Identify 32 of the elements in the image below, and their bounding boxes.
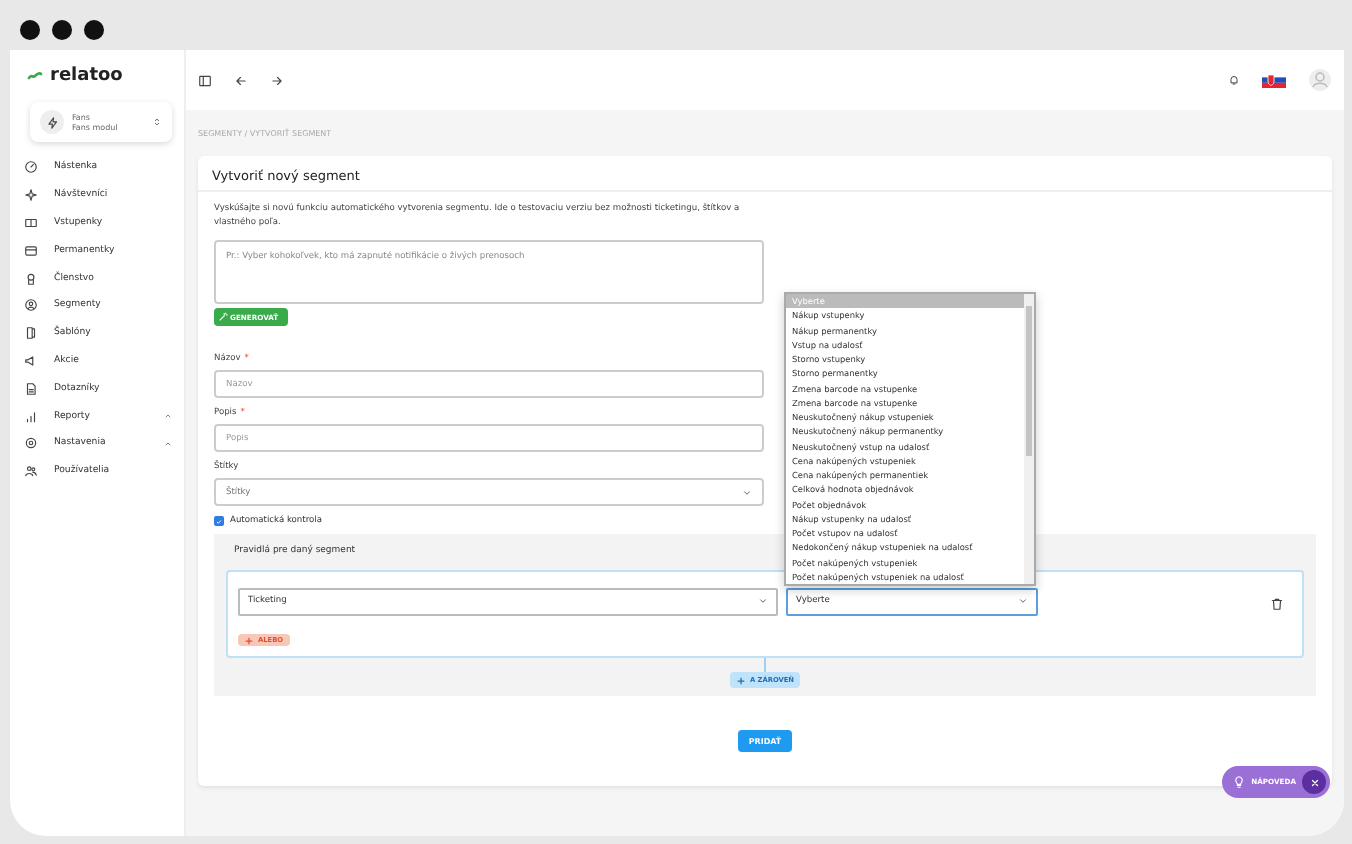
card-icon	[24, 243, 38, 258]
bolt-icon	[45, 115, 59, 129]
forward-arrow-icon	[270, 73, 284, 87]
document-icon	[24, 381, 38, 396]
scrollbar[interactable]	[1024, 294, 1034, 584]
chevron-down-icon	[758, 596, 768, 606]
bell-icon	[1228, 74, 1240, 86]
badge-icon	[24, 271, 38, 286]
checkbox[interactable]	[214, 516, 224, 526]
book-icon	[24, 326, 38, 341]
flag-icon[interactable]	[1262, 72, 1286, 88]
plus-icon	[735, 675, 746, 685]
plus-icon	[244, 635, 254, 645]
sidebar-toggle-icon	[198, 73, 212, 87]
sparkle-icon	[24, 188, 38, 203]
ticket-icon	[24, 215, 38, 230]
megaphone-icon	[24, 353, 38, 368]
back-arrow-icon	[234, 73, 248, 87]
chevron-down-icon	[742, 487, 752, 497]
lightbulb-icon	[1231, 774, 1246, 790]
people-icon	[24, 464, 38, 479]
up-down-icon	[152, 116, 162, 128]
gauge-icon	[24, 160, 38, 175]
gear-icon	[24, 436, 38, 451]
logo-icon	[26, 68, 44, 84]
users-icon	[24, 298, 38, 313]
brand-name: relatoo	[50, 66, 123, 86]
trash-icon	[1270, 596, 1284, 612]
chevron-down-icon	[1018, 596, 1028, 606]
close-icon	[1309, 777, 1319, 787]
magic-wand-icon	[218, 312, 228, 322]
bar-chart-icon	[24, 409, 38, 424]
